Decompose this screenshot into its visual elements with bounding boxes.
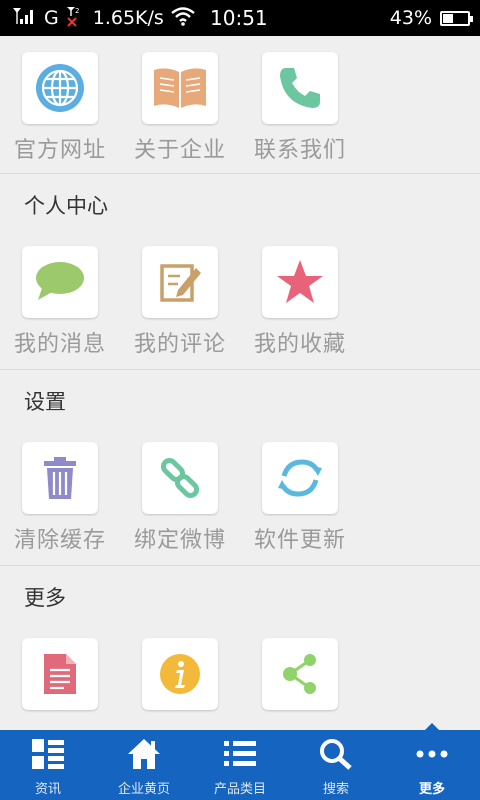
tile-label: 绑定微博 bbox=[133, 528, 226, 553]
settings-grid: 清除缓存 绑定微博 软件更新 bbox=[0, 430, 480, 565]
nav-more[interactable]: 更多 bbox=[384, 723, 480, 800]
signal-icon bbox=[12, 6, 38, 31]
tile-my-favorites[interactable]: 我的收藏 bbox=[240, 234, 360, 369]
network-type: G bbox=[44, 7, 59, 29]
tile-clear-cache[interactable]: 清除缓存 bbox=[0, 430, 120, 565]
trash-icon bbox=[22, 442, 98, 514]
tile-label: 我的收藏 bbox=[253, 332, 346, 357]
link-icon bbox=[142, 442, 218, 514]
share-icon bbox=[262, 638, 338, 710]
tile-official-website[interactable]: 官方网址 bbox=[0, 40, 120, 175]
tile-about-company[interactable]: 关于企业 bbox=[120, 40, 240, 175]
tile-label: 清除缓存 bbox=[13, 528, 106, 553]
tile-label: 我的评论 bbox=[133, 332, 226, 357]
edit-note-icon bbox=[142, 246, 218, 318]
links-grid: 官方网址 关于企业 联系我们 bbox=[0, 40, 480, 175]
section-links: 官方网址 关于企业 联系我们 bbox=[0, 36, 480, 174]
section-personal-center: 个人中心 我的消息 我的评论 我的收藏 bbox=[0, 174, 480, 370]
tile-label: 软件更新 bbox=[253, 528, 346, 553]
speech-bubble-icon bbox=[22, 246, 98, 318]
search-icon bbox=[319, 738, 353, 774]
personal-grid: 我的消息 我的评论 我的收藏 bbox=[0, 234, 480, 369]
status-time: 10:51 bbox=[210, 6, 268, 30]
no-sim-icon: 2 bbox=[65, 5, 81, 32]
grid-list-icon bbox=[31, 738, 65, 774]
more-icon bbox=[415, 738, 449, 774]
section-more: 更多 bbox=[0, 566, 480, 730]
tile-label: 我的消息 bbox=[13, 332, 106, 357]
status-right: 43% bbox=[389, 0, 473, 36]
nav-label: 更多 bbox=[418, 782, 445, 797]
tile-document[interactable] bbox=[0, 626, 120, 730]
network-speed: 1.65K/s bbox=[92, 7, 164, 29]
section-title: 个人中心 bbox=[24, 194, 108, 218]
star-icon bbox=[262, 246, 338, 318]
nav-news[interactable]: 资讯 bbox=[0, 730, 96, 800]
list-icon bbox=[223, 738, 257, 774]
refresh-icon bbox=[262, 442, 338, 514]
globe-icon bbox=[22, 52, 98, 124]
nav-search[interactable]: 搜索 bbox=[288, 730, 384, 800]
battery-icon bbox=[440, 10, 473, 26]
tile-label: 关于企业 bbox=[133, 138, 226, 163]
battery-percent: 43% bbox=[389, 7, 432, 29]
phone-icon bbox=[262, 52, 338, 124]
tile-software-update[interactable]: 软件更新 bbox=[240, 430, 360, 565]
more-page-content[interactable]: 官方网址 关于企业 联系我们 个人中心 我的消息 我的评论 我的收藏 设置 清除… bbox=[0, 36, 480, 730]
nav-label: 企业黄页 bbox=[117, 782, 170, 797]
tile-contact-us[interactable]: 联系我们 bbox=[240, 40, 360, 175]
section-title: 更多 bbox=[24, 586, 66, 610]
wifi-icon bbox=[170, 6, 196, 31]
document-icon bbox=[22, 638, 98, 710]
nav-label: 资讯 bbox=[34, 782, 61, 797]
status-left: G 2 1.65K/s bbox=[12, 0, 196, 36]
info-icon bbox=[142, 638, 218, 710]
svg-text:2: 2 bbox=[75, 7, 79, 15]
section-settings: 设置 清除缓存 绑定微博 软件更新 bbox=[0, 370, 480, 566]
tile-share[interactable] bbox=[240, 626, 360, 730]
home-icon bbox=[127, 738, 161, 774]
nav-yellow-pages[interactable]: 企业黄页 bbox=[96, 730, 192, 800]
section-title: 设置 bbox=[24, 390, 66, 414]
nav-product-categories[interactable]: 产品类目 bbox=[192, 730, 288, 800]
tile-my-comments[interactable]: 我的评论 bbox=[120, 234, 240, 369]
status-bar: G 2 1.65K/s 10:51 43% bbox=[0, 0, 480, 36]
tile-label: 联系我们 bbox=[253, 138, 346, 163]
tile-bind-weibo[interactable]: 绑定微博 bbox=[120, 430, 240, 565]
nav-label: 搜索 bbox=[322, 782, 349, 797]
active-pointer bbox=[425, 723, 439, 730]
tile-info[interactable] bbox=[120, 626, 240, 730]
bottom-nav: 资讯 企业黄页 产品类目 搜索 更多 bbox=[0, 723, 480, 800]
more-grid bbox=[0, 626, 480, 730]
nav-label: 产品类目 bbox=[213, 782, 266, 797]
tile-label: 官方网址 bbox=[13, 138, 106, 163]
book-icon bbox=[142, 52, 218, 124]
tile-my-messages[interactable]: 我的消息 bbox=[0, 234, 120, 369]
